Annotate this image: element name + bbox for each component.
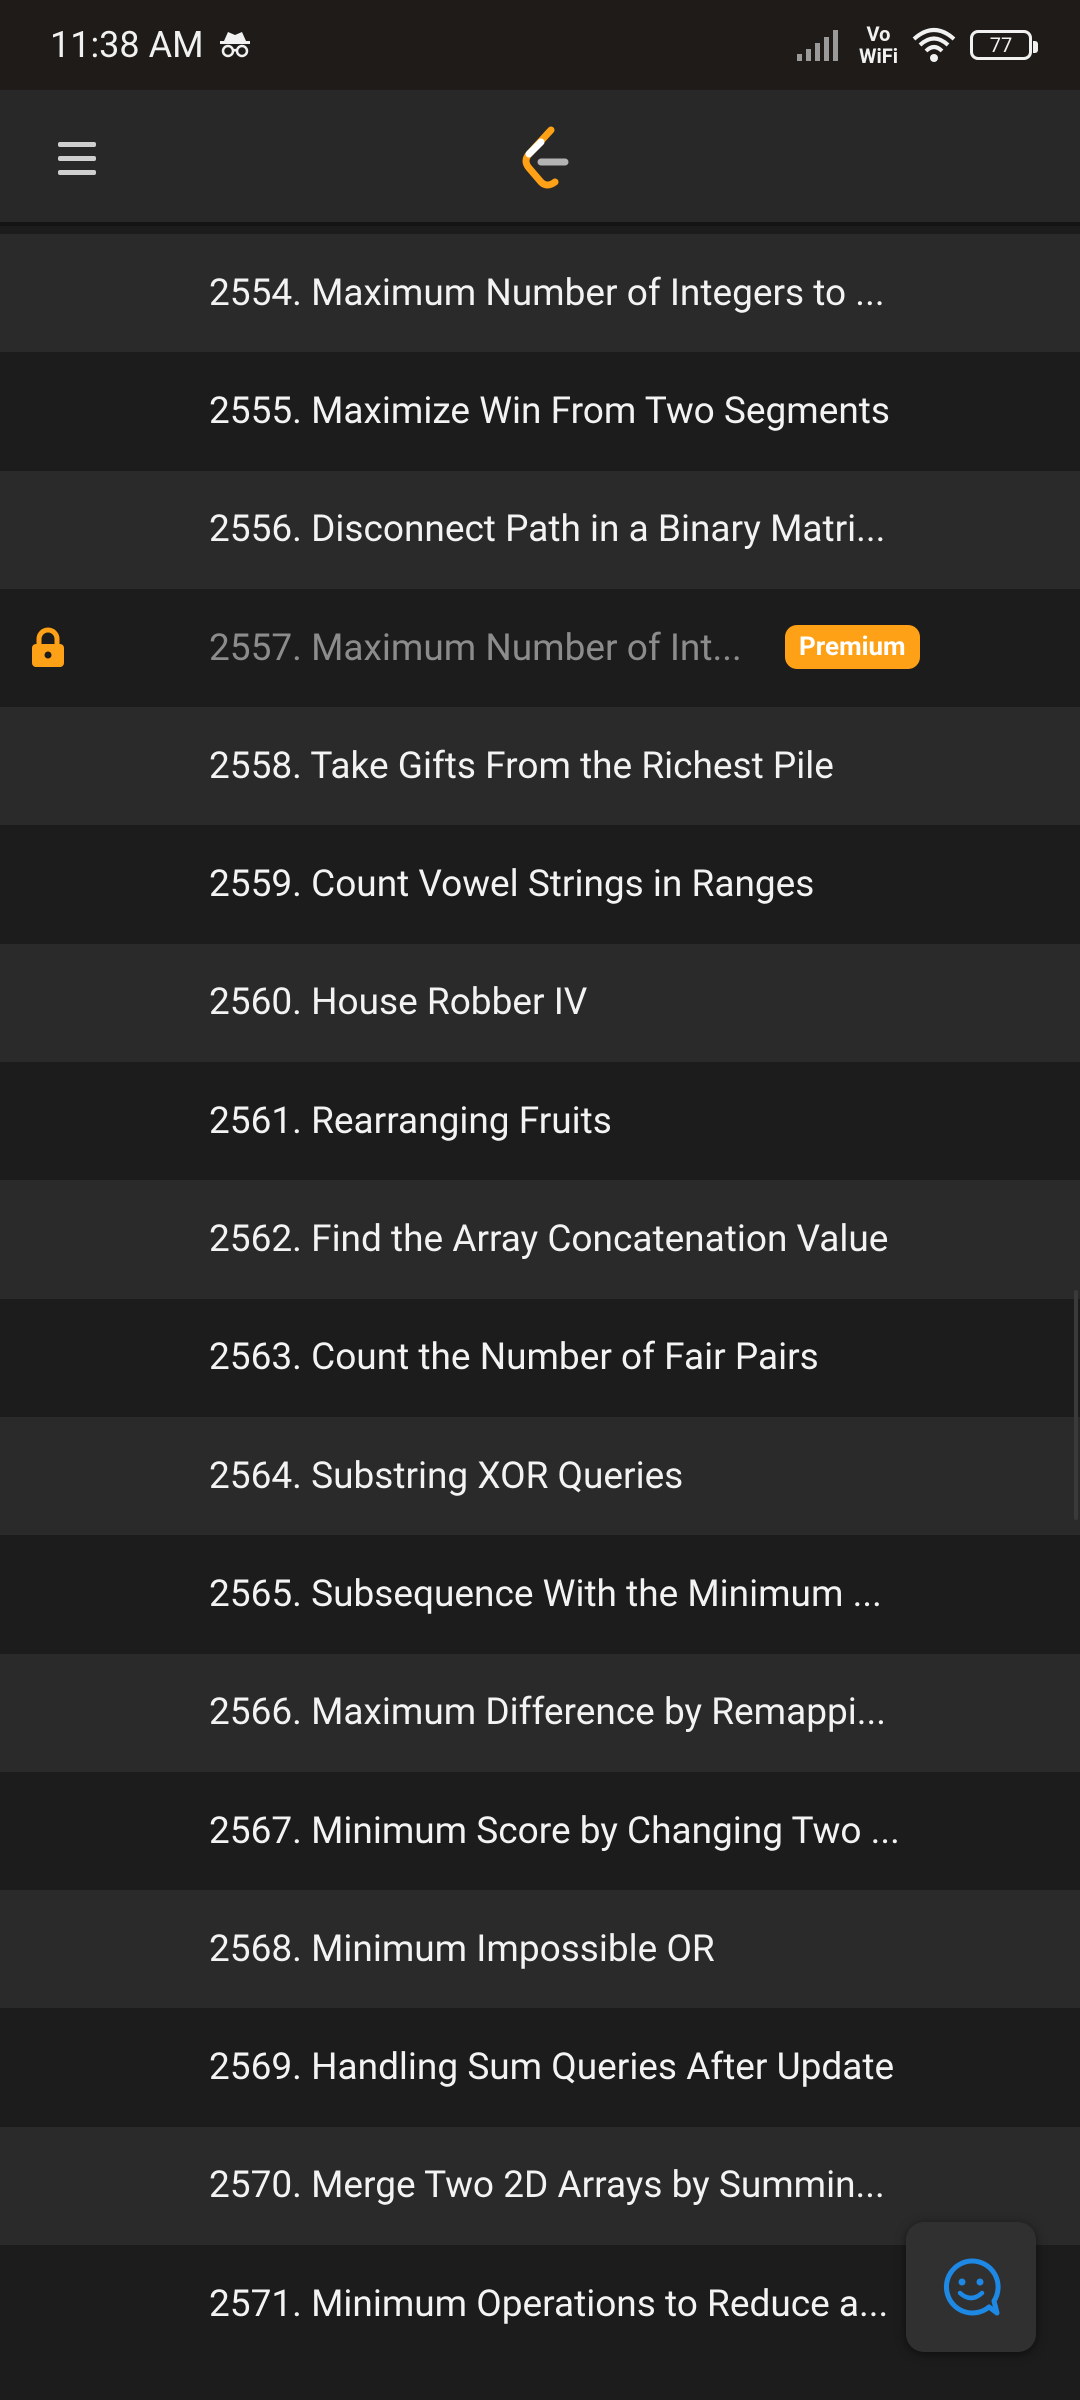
problem-title: 2561. Rearranging Fruits [209, 1099, 612, 1143]
vowifi-bottom: WiFi [858, 44, 898, 68]
problem-row[interactable]: 2565. Subsequence With the Minimum ... [0, 1535, 1080, 1654]
problem-list: 2554. Maximum Number of Integers to ... 2… [0, 234, 1080, 2364]
problem-row[interactable]: 2562. Find the Array Concatenation Value [0, 1180, 1080, 1299]
problem-row[interactable]: 2566. Maximum Difference by Remappi... [0, 1653, 1080, 1772]
problem-row[interactable]: 2563. Count the Number of Fair Pairs [0, 1298, 1080, 1417]
signal-icon [796, 30, 838, 61]
problem-title: 2570. Merge Two 2D Arrays by Summin... [209, 2164, 885, 2208]
incognito-icon [219, 32, 250, 58]
chat-smiley-icon [943, 2258, 1001, 2316]
problem-title: 2557. Maximum Number of Int... [209, 626, 742, 670]
problem-title: 2571. Minimum Operations to Reduce a... [209, 2282, 889, 2326]
problem-title: 2566. Maximum Difference by Remappi... [209, 1691, 887, 1735]
problem-title: 2568. Minimum Impossible OR [209, 1927, 715, 1971]
hamburger-menu-icon[interactable] [58, 130, 114, 186]
problem-row[interactable]: 2559. Count Vowel Strings in Ranges [0, 825, 1080, 944]
app-bar [0, 90, 1080, 226]
problem-title: 2555. Maximize Win From Two Segments [209, 389, 890, 433]
lock-icon [32, 627, 64, 667]
problem-row[interactable]: 2568. Minimum Impossible OR [0, 1890, 1080, 2009]
problem-title: 2563. Count the Number of Fair Pairs [209, 1336, 819, 1380]
premium-badge: Premium [785, 624, 920, 669]
problem-title: 2558. Take Gifts From the Richest Pile [209, 744, 834, 788]
problem-title: 2554. Maximum Number of Integers to ... [209, 271, 885, 315]
problem-title: 2565. Subsequence With the Minimum ... [209, 1572, 882, 1616]
status-time: 11:38 AM [50, 24, 204, 66]
status-bar: 11:38 AM Vo WiFi 77 [0, 0, 1080, 90]
problem-row[interactable]: 2556. Disconnect Path in a Binary Matri.… [0, 470, 1080, 589]
vowifi-indicator: Vo WiFi [859, 23, 898, 67]
problem-title: 2556. Disconnect Path in a Binary Matri.… [209, 508, 886, 552]
problem-row[interactable]: 2564. Substring XOR Queries [0, 1416, 1080, 1536]
problem-title: 2562. Find the Array Concatenation Value [209, 1218, 889, 1262]
status-left: 11:38 AM [50, 24, 252, 66]
problem-title: 2559. Count Vowel Strings in Ranges [209, 863, 815, 907]
problem-row[interactable]: 2557. Maximum Number of Int... Premium [0, 588, 1080, 708]
status-right: Vo WiFi 77 [795, 23, 1038, 67]
vowifi-top: Vo [866, 22, 891, 46]
leetcode-logo-icon[interactable] [515, 126, 577, 192]
problem-title: 2560. House Robber IV [209, 981, 588, 1025]
problem-row[interactable]: 2560. House Robber IV [0, 943, 1080, 1063]
battery-level: 77 [989, 33, 1013, 57]
problem-row[interactable]: 2561. Rearranging Fruits [0, 1062, 1080, 1181]
problem-title: 2567. Minimum Score by Changing Two ... [209, 1809, 900, 1853]
problem-row[interactable]: 2554. Maximum Number of Integers to ... [0, 234, 1080, 353]
problem-row[interactable]: 2567. Minimum Score by Changing Two ... [0, 1771, 1080, 1891]
wifi-icon [912, 28, 956, 62]
problem-row[interactable]: 2569. Handling Sum Queries After Update [0, 2008, 1080, 2127]
problem-row[interactable]: 2558. Take Gifts From the Richest Pile [0, 707, 1080, 826]
problem-title: 2564. Substring XOR Queries [209, 1454, 684, 1498]
problem-row[interactable]: 2555. Maximize Win From Two Segments [0, 352, 1080, 471]
problem-title: 2569. Handling Sum Queries After Update [209, 2046, 895, 2090]
feedback-fab-button[interactable] [906, 2222, 1036, 2352]
scrollbar-thumb[interactable] [1074, 1290, 1078, 1520]
battery-indicator: 77 [970, 30, 1038, 60]
